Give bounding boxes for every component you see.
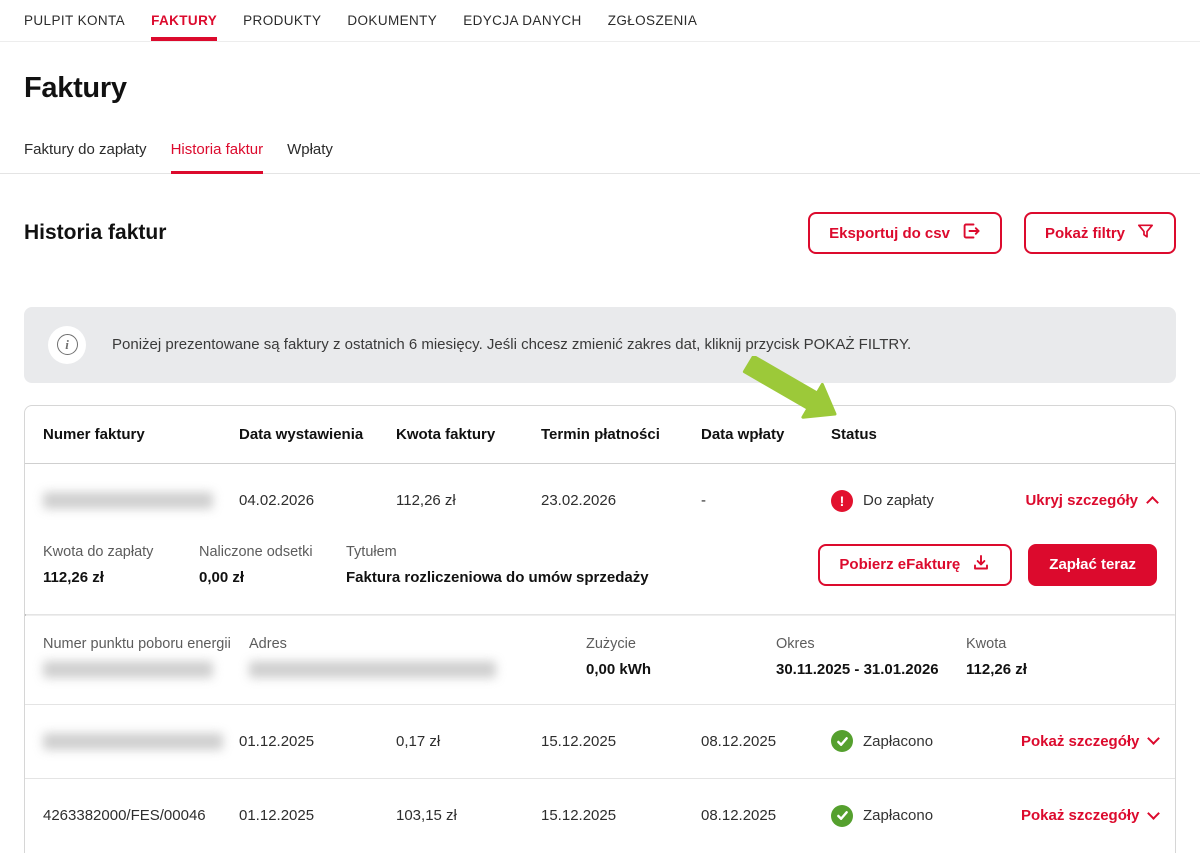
tab-historia-faktur[interactable]: Historia faktur <box>171 133 264 174</box>
invoice-details-payment: Kwota do zapłaty 112,26 zł Naliczone ods… <box>25 538 1175 614</box>
table-row: 01.12.2025 0,17 zł 15.12.2025 08.12.2025… <box>25 705 1175 779</box>
col-header-status: Status <box>831 426 1021 443</box>
pay-now-button[interactable]: Zapłać teraz <box>1028 544 1157 586</box>
due-date: 15.12.2025 <box>541 733 701 750</box>
invoice-table: Numer faktury Data wystawienia Kwota fak… <box>24 405 1176 853</box>
address-field: Adres <box>249 636 586 678</box>
invoice-tabs: Faktury do zapłaty Historia faktur Wpłat… <box>0 133 1200 174</box>
filter-funnel-icon <box>1136 222 1155 245</box>
invoice-number-redacted <box>43 492 239 509</box>
address-redacted <box>249 661 496 678</box>
chevron-down-icon <box>1148 807 1161 820</box>
nav-item-faktury[interactable]: FAKTURY <box>151 0 217 41</box>
table-header-row: Numer faktury Data wystawienia Kwota fak… <box>25 406 1175 464</box>
show-filters-label: Pokaż filtry <box>1045 225 1125 242</box>
invoice-amount: 0,17 zł <box>396 733 541 750</box>
issue-date: 04.02.2026 <box>239 492 396 509</box>
nav-item-edycja-danych[interactable]: EDYCJA DANYCH <box>463 0 581 41</box>
nav-item-zgloszenia[interactable]: ZGŁOSZENIA <box>608 0 698 41</box>
nav-item-produkty[interactable]: PRODUKTY <box>243 0 321 41</box>
amount-due-field: Kwota do zapłaty 112,26 zł <box>43 544 199 586</box>
tab-faktury-do-zaplaty[interactable]: Faktury do zapłaty <box>24 133 147 174</box>
unpaid-exclamation-icon: ! <box>831 490 853 512</box>
table-row: 4263382000/FES/00046 01.12.2025 103,15 z… <box>25 779 1175 853</box>
status-badge: ! Do zapłaty <box>831 490 1021 512</box>
issue-date: 01.12.2025 <box>239 807 396 824</box>
download-icon <box>971 553 991 577</box>
invoice-number-redacted <box>43 733 239 750</box>
nav-item-dokumenty[interactable]: DOKUMENTY <box>347 0 437 41</box>
amount-field: Kwota 112,26 zł <box>966 636 1157 678</box>
invoice-portal-page: { "colors":{"accent_red":"#dc0a2d","stat… <box>0 0 1200 853</box>
status-label: Zapłacono <box>863 733 933 750</box>
tab-wplaty[interactable]: Wpłaty <box>287 133 333 174</box>
nav-item-pulpit-konta[interactable]: PULPIT KONTA <box>24 0 125 41</box>
ppe-number-field: Numer punktu poboru energii <box>43 636 249 678</box>
col-header-number: Numer faktury <box>43 426 239 443</box>
section-actions: Eksportuj do csv Pokaż filtry <box>808 212 1176 254</box>
chevron-down-icon <box>1148 732 1161 745</box>
invoice-title-field: Tytułem Faktura rozliczeniowa do umów sp… <box>346 544 818 586</box>
info-banner-text: Poniżej prezentowane są faktury z ostatn… <box>112 334 911 355</box>
status-label: Do zapłaty <box>863 492 934 509</box>
show-filters-button[interactable]: Pokaż filtry <box>1024 212 1176 254</box>
paid-check-icon <box>831 805 853 827</box>
invoice-number: 4263382000/FES/00046 <box>43 807 239 824</box>
invoice-amount: 112,26 zł <box>396 492 541 509</box>
page-title: Faktury <box>24 72 1176 105</box>
payment-date: - <box>701 492 831 509</box>
show-details-link[interactable]: Pokaż szczegóły <box>1021 733 1158 750</box>
due-date: 23.02.2026 <box>541 492 701 509</box>
usage-field: Zużycie 0,00 kWh <box>586 636 776 678</box>
interest-field: Naliczone odsetki 0,00 zł <box>199 544 346 586</box>
issue-date: 01.12.2025 <box>239 733 396 750</box>
info-banner: i Poniżej prezentowane są faktury z osta… <box>24 307 1176 383</box>
export-icon <box>961 221 981 245</box>
invoice-details-delivery-point: Numer punktu poboru energii Adres Zużyci… <box>25 616 1175 704</box>
col-header-amount: Kwota faktury <box>396 426 541 443</box>
due-date: 15.12.2025 <box>541 807 701 824</box>
export-csv-label: Eksportuj do csv <box>829 225 950 242</box>
top-navigation: PULPIT KONTA FAKTURY PRODUKTY DOKUMENTY … <box>0 0 1200 42</box>
status-badge: Zapłacono <box>831 805 1021 827</box>
col-header-issue-date: Data wystawienia <box>239 426 396 443</box>
invoice-amount: 103,15 zł <box>396 807 541 824</box>
status-badge: Zapłacono <box>831 730 1021 752</box>
payment-date: 08.12.2025 <box>701 807 831 824</box>
paid-check-icon <box>831 730 853 752</box>
col-header-payment-date: Data wpłaty <box>701 426 831 443</box>
payment-date: 08.12.2025 <box>701 733 831 750</box>
info-icon: i <box>48 326 86 364</box>
section-header: Historia faktur Eksportuj do csv Pokaż f… <box>0 204 1200 263</box>
section-title: Historia faktur <box>24 221 166 245</box>
period-field: Okres 30.11.2025 - 31.01.2026 <box>776 636 966 678</box>
chevron-up-icon <box>1146 496 1159 509</box>
show-details-link[interactable]: Pokaż szczegóły <box>1021 807 1158 824</box>
hide-details-link[interactable]: Ukryj szczegóły <box>1025 492 1157 509</box>
status-label: Zapłacono <box>863 807 933 824</box>
download-einvoice-button[interactable]: Pobierz eFakturę <box>818 544 1012 586</box>
table-row: 04.02.2026 112,26 zł 23.02.2026 - ! Do z… <box>25 464 1175 538</box>
export-csv-button[interactable]: Eksportuj do csv <box>808 212 1002 254</box>
col-header-due-date: Termin płatności <box>541 426 701 443</box>
ppe-number-redacted <box>43 661 213 678</box>
